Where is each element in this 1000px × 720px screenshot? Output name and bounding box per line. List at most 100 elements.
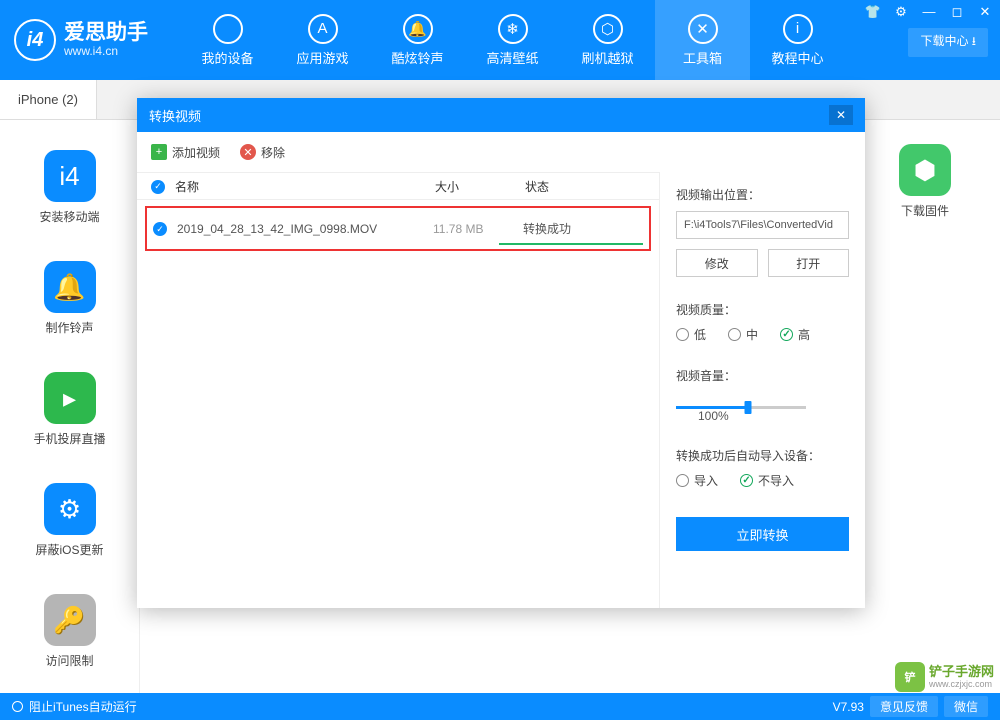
- feedback-button[interactable]: 意见反馈: [870, 696, 938, 717]
- import-radio-label-1: 不导入: [758, 472, 794, 489]
- nav-icon-6: i: [783, 14, 813, 44]
- settings-icon[interactable]: ⚙: [892, 4, 910, 20]
- import-radio-0[interactable]: 导入: [676, 472, 718, 489]
- sidebar-icon-0: i4: [44, 150, 96, 202]
- nav-icon-1: A: [308, 14, 338, 44]
- add-video-button[interactable]: + 添加视频: [151, 144, 220, 161]
- import-radios: 导入 不导入: [676, 472, 849, 489]
- radio-dot-icon: [740, 474, 753, 487]
- radio-dot-icon: [728, 328, 741, 341]
- skin-icon[interactable]: 👕: [864, 4, 882, 20]
- nav-item-0[interactable]: 我的设备: [180, 0, 275, 80]
- nav-label-2: 酷炫铃声: [391, 48, 443, 67]
- quality-radio-label-1: 中: [746, 326, 758, 343]
- quality-radio-1[interactable]: 中: [728, 326, 758, 343]
- radio-dot-icon: [676, 328, 689, 341]
- row-progress-bar: [499, 243, 643, 245]
- tab-iphone[interactable]: iPhone (2): [0, 80, 97, 119]
- modify-path-button[interactable]: 修改: [676, 249, 758, 277]
- settings-panel: 视频输出位置： 修改 打开 视频质量： 低中高 视频音量： 100% 转换成功后…: [660, 172, 865, 608]
- watermark-icon: 铲: [895, 662, 925, 692]
- nav-icon-5: ✕: [688, 14, 718, 44]
- row-status: 转换成功: [523, 220, 643, 237]
- import-radio-1[interactable]: 不导入: [740, 472, 794, 489]
- sidebar-label-1: 制作铃声: [45, 319, 93, 336]
- quality-label: 视频质量：: [676, 301, 849, 318]
- remove-button[interactable]: ✕ 移除: [240, 144, 285, 161]
- col-name[interactable]: 名称: [175, 178, 435, 195]
- import-radio-label-0: 导入: [694, 472, 718, 489]
- nav-icon-2: 🔔: [403, 14, 433, 44]
- top-nav: 我的设备 A 应用游戏 🔔 酷炫铃声 ❄高清壁纸 ⬡ 刷机越狱 ✕ 工具箱 i教程中心: [180, 0, 845, 80]
- nav-item-2[interactable]: 🔔 酷炫铃声: [370, 0, 465, 80]
- nav-item-3[interactable]: ❄高清壁纸: [465, 0, 560, 80]
- download-center-button[interactable]: 下载中心: [908, 28, 988, 57]
- wechat-button[interactable]: 微信: [944, 696, 988, 717]
- watermark-title: 铲子手游网: [929, 665, 994, 679]
- output-path-input[interactable]: [676, 211, 849, 239]
- quality-radio-label-0: 低: [694, 326, 706, 343]
- sidebar-item-0[interactable]: i4 安装移动端: [0, 150, 139, 225]
- sidebar-icon-3: ⚙: [44, 483, 96, 535]
- sidebar-label-2: 手机投屏直播: [33, 430, 105, 447]
- nav-item-1[interactable]: A 应用游戏: [275, 0, 370, 80]
- volume-slider[interactable]: [676, 406, 806, 409]
- col-status[interactable]: 状态: [525, 178, 645, 195]
- col-size[interactable]: 大小: [435, 178, 525, 195]
- cube-icon: ⬢: [899, 144, 951, 196]
- slider-fill: [676, 406, 748, 409]
- itunes-toggle-label[interactable]: 阻止iTunes自动运行: [29, 698, 137, 715]
- slider-thumb[interactable]: [744, 401, 751, 414]
- select-all-checkbox[interactable]: ✓: [151, 180, 165, 194]
- volume-slider-wrap: 100%: [676, 392, 849, 423]
- dialog-title: 转换视频: [149, 106, 201, 125]
- table-row[interactable]: ✓ 2019_04_28_13_42_IMG_0998.MOV 11.78 MB…: [145, 206, 651, 251]
- nav-label-4: 刷机越狱: [581, 48, 633, 67]
- nav-icon-3: ❄: [498, 14, 528, 44]
- sidebar-item-2[interactable]: ▸手机投屏直播: [0, 372, 139, 447]
- open-path-button[interactable]: 打开: [768, 249, 850, 277]
- sidebar-label-4: 访问限制: [45, 652, 93, 669]
- close-window-icon[interactable]: ✕: [976, 4, 994, 20]
- nav-item-4[interactable]: ⬡ 刷机越狱: [560, 0, 655, 80]
- sidebar-item-3[interactable]: ⚙ 屏蔽iOS更新: [0, 483, 139, 558]
- nav-item-5[interactable]: ✕ 工具箱: [655, 0, 750, 80]
- volume-value: 100%: [698, 409, 729, 423]
- add-icon: +: [151, 144, 167, 160]
- dialog-close-button[interactable]: ✕: [829, 105, 853, 125]
- sidebar-item-4[interactable]: 🔑 访问限制: [0, 594, 139, 669]
- window-controls: 👕 ⚙ — ◻ ✕: [864, 4, 994, 20]
- download-firmware-label: 下载固件: [880, 202, 970, 219]
- nav-icon-0: [213, 14, 243, 44]
- minimize-icon[interactable]: —: [920, 4, 938, 20]
- convert-video-dialog: 转换视频 ✕ + 添加视频 ✕ 移除 ✓ 名称 大小 状态 ✓ 2019_04_…: [137, 98, 865, 608]
- download-firmware-card[interactable]: ⬢ 下载固件: [880, 144, 970, 219]
- nav-label-1: 应用游戏: [296, 48, 348, 67]
- remove-icon: ✕: [240, 144, 256, 160]
- quality-radio-2[interactable]: 高: [780, 326, 810, 343]
- import-label: 转换成功后自动导入设备：: [676, 447, 849, 464]
- dialog-toolbar: + 添加视频 ✕ 移除: [137, 132, 865, 172]
- sidebar-icon-4: 🔑: [44, 594, 96, 646]
- radio-dot-icon: [780, 328, 793, 341]
- sidebar-label-0: 安装移动端: [39, 208, 99, 225]
- convert-now-button[interactable]: 立即转换: [676, 517, 849, 551]
- row-filename: 2019_04_28_13_42_IMG_0998.MOV: [177, 222, 433, 236]
- nav-label-5: 工具箱: [683, 48, 722, 67]
- radio-dot-icon: [676, 474, 689, 487]
- quality-radio-0[interactable]: 低: [676, 326, 706, 343]
- sidebar-label-3: 屏蔽iOS更新: [35, 541, 103, 558]
- remove-label: 移除: [261, 144, 285, 161]
- maximize-icon[interactable]: ◻: [948, 4, 966, 20]
- nav-icon-4: ⬡: [593, 14, 623, 44]
- status-bar: 阻止iTunes自动运行 V7.93 意见反馈 微信: [0, 693, 1000, 720]
- volume-label: 视频音量：: [676, 367, 849, 384]
- table-header: ✓ 名称 大小 状态: [137, 172, 659, 200]
- row-checkbox[interactable]: ✓: [153, 222, 167, 236]
- nav-item-6[interactable]: i教程中心: [750, 0, 845, 80]
- dialog-titlebar: 转换视频 ✕: [137, 98, 865, 132]
- itunes-toggle-icon[interactable]: [12, 701, 23, 712]
- watermark: 铲 铲子手游网 www.czjxjc.com: [895, 662, 994, 692]
- sidebar-item-1[interactable]: 🔔制作铃声: [0, 261, 139, 336]
- video-list-panel: ✓ 名称 大小 状态 ✓ 2019_04_28_13_42_IMG_0998.M…: [137, 172, 660, 608]
